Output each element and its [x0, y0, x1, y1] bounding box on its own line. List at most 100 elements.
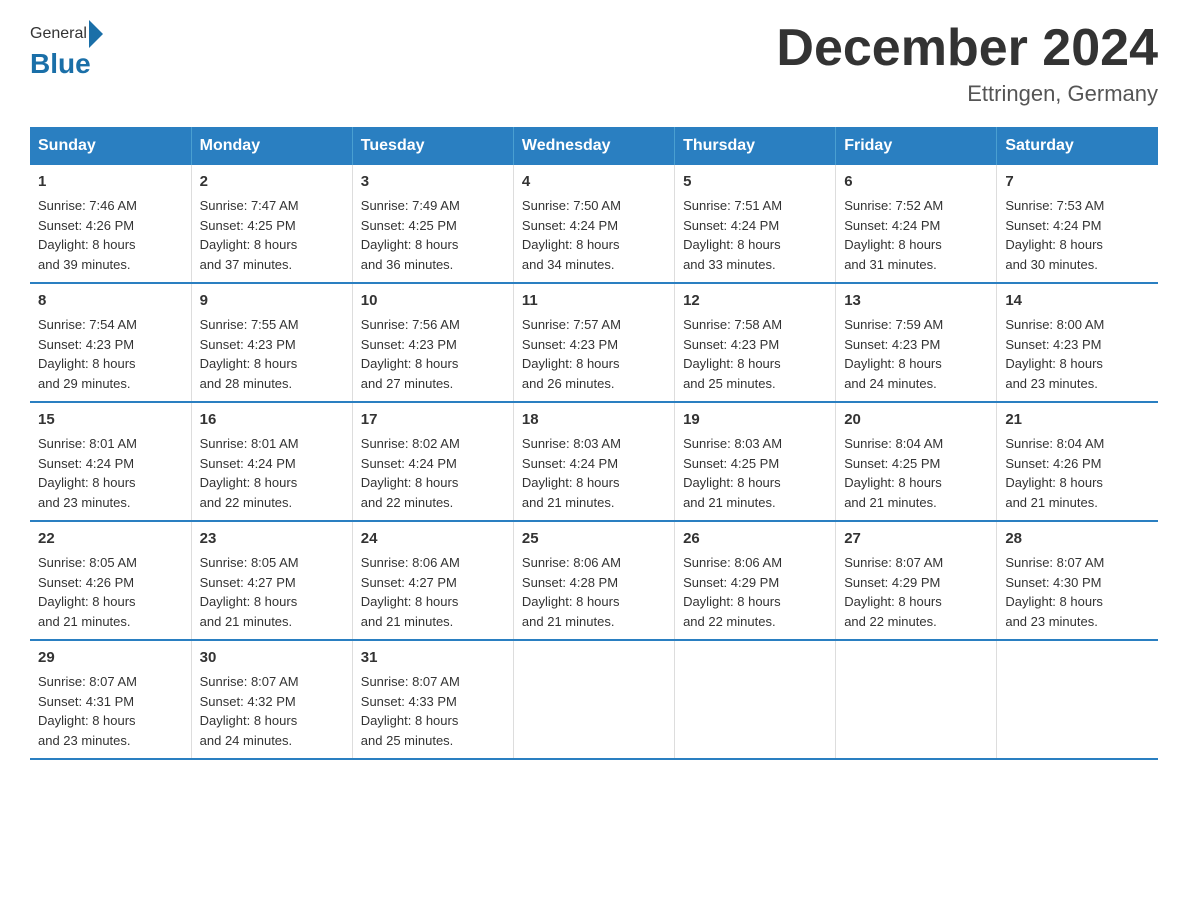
day-info: Sunrise: 8:00 AM Sunset: 4:23 PM Dayligh…: [1005, 315, 1150, 393]
day-number: 22: [38, 530, 183, 547]
day-info: Sunrise: 7:59 AM Sunset: 4:23 PM Dayligh…: [844, 315, 988, 393]
calendar-cell: 15 Sunrise: 8:01 AM Sunset: 4:24 PM Dayl…: [30, 402, 191, 521]
calendar-cell: 29 Sunrise: 8:07 AM Sunset: 4:31 PM Dayl…: [30, 640, 191, 759]
day-number: 4: [522, 173, 666, 190]
calendar-cell: 6 Sunrise: 7:52 AM Sunset: 4:24 PM Dayli…: [836, 165, 997, 283]
calendar-cell: 30 Sunrise: 8:07 AM Sunset: 4:32 PM Dayl…: [191, 640, 352, 759]
day-number: 26: [683, 530, 827, 547]
day-info: Sunrise: 8:04 AM Sunset: 4:26 PM Dayligh…: [1005, 434, 1150, 512]
day-number: 6: [844, 173, 988, 190]
calendar-cell: 10 Sunrise: 7:56 AM Sunset: 4:23 PM Dayl…: [352, 283, 513, 402]
calendar-cell: 3 Sunrise: 7:49 AM Sunset: 4:25 PM Dayli…: [352, 165, 513, 283]
day-info: Sunrise: 8:06 AM Sunset: 4:27 PM Dayligh…: [361, 553, 505, 631]
calendar-cell: 23 Sunrise: 8:05 AM Sunset: 4:27 PM Dayl…: [191, 521, 352, 640]
day-number: 24: [361, 530, 505, 547]
day-info: Sunrise: 7:46 AM Sunset: 4:26 PM Dayligh…: [38, 196, 183, 274]
calendar-cell: 16 Sunrise: 8:01 AM Sunset: 4:24 PM Dayl…: [191, 402, 352, 521]
calendar-cell: 22 Sunrise: 8:05 AM Sunset: 4:26 PM Dayl…: [30, 521, 191, 640]
calendar-week-row: 15 Sunrise: 8:01 AM Sunset: 4:24 PM Dayl…: [30, 402, 1158, 521]
day-number: 20: [844, 411, 988, 428]
day-number: 30: [200, 649, 344, 666]
day-number: 5: [683, 173, 827, 190]
day-number: 1: [38, 173, 183, 190]
day-number: 10: [361, 292, 505, 309]
day-number: 8: [38, 292, 183, 309]
calendar-cell: 17 Sunrise: 8:02 AM Sunset: 4:24 PM Dayl…: [352, 402, 513, 521]
logo: General Blue: [30, 20, 103, 80]
day-info: Sunrise: 7:58 AM Sunset: 4:23 PM Dayligh…: [683, 315, 827, 393]
calendar-cell: 7 Sunrise: 7:53 AM Sunset: 4:24 PM Dayli…: [997, 165, 1158, 283]
day-number: 16: [200, 411, 344, 428]
day-info: Sunrise: 8:07 AM Sunset: 4:30 PM Dayligh…: [1005, 553, 1150, 631]
calendar-cell: [836, 640, 997, 759]
day-info: Sunrise: 7:51 AM Sunset: 4:24 PM Dayligh…: [683, 196, 827, 274]
day-number: 2: [200, 173, 344, 190]
calendar-cell: 14 Sunrise: 8:00 AM Sunset: 4:23 PM Dayl…: [997, 283, 1158, 402]
calendar-cell: 21 Sunrise: 8:04 AM Sunset: 4:26 PM Dayl…: [997, 402, 1158, 521]
day-info: Sunrise: 7:52 AM Sunset: 4:24 PM Dayligh…: [844, 196, 988, 274]
day-number: 15: [38, 411, 183, 428]
day-info: Sunrise: 8:05 AM Sunset: 4:27 PM Dayligh…: [200, 553, 344, 631]
day-info: Sunrise: 8:06 AM Sunset: 4:28 PM Dayligh…: [522, 553, 666, 631]
day-number: 14: [1005, 292, 1150, 309]
day-info: Sunrise: 7:54 AM Sunset: 4:23 PM Dayligh…: [38, 315, 183, 393]
col-tuesday: Tuesday: [352, 127, 513, 165]
day-info: Sunrise: 8:04 AM Sunset: 4:25 PM Dayligh…: [844, 434, 988, 512]
day-info: Sunrise: 8:03 AM Sunset: 4:25 PM Dayligh…: [683, 434, 827, 512]
page-header: General Blue December 2024 Ettringen, Ge…: [30, 20, 1158, 107]
col-monday: Monday: [191, 127, 352, 165]
day-info: Sunrise: 8:06 AM Sunset: 4:29 PM Dayligh…: [683, 553, 827, 631]
day-info: Sunrise: 8:07 AM Sunset: 4:32 PM Dayligh…: [200, 672, 344, 750]
calendar-cell: 25 Sunrise: 8:06 AM Sunset: 4:28 PM Dayl…: [513, 521, 674, 640]
day-info: Sunrise: 7:49 AM Sunset: 4:25 PM Dayligh…: [361, 196, 505, 274]
day-info: Sunrise: 8:03 AM Sunset: 4:24 PM Dayligh…: [522, 434, 666, 512]
calendar-cell: 11 Sunrise: 7:57 AM Sunset: 4:23 PM Dayl…: [513, 283, 674, 402]
logo-general-text: General: [30, 25, 87, 43]
day-info: Sunrise: 8:02 AM Sunset: 4:24 PM Dayligh…: [361, 434, 505, 512]
day-info: Sunrise: 7:50 AM Sunset: 4:24 PM Dayligh…: [522, 196, 666, 274]
calendar-cell: 8 Sunrise: 7:54 AM Sunset: 4:23 PM Dayli…: [30, 283, 191, 402]
month-title: December 2024: [776, 20, 1158, 77]
calendar-header-row: Sunday Monday Tuesday Wednesday Thursday…: [30, 127, 1158, 165]
day-number: 28: [1005, 530, 1150, 547]
calendar-cell: [997, 640, 1158, 759]
day-number: 25: [522, 530, 666, 547]
day-info: Sunrise: 8:01 AM Sunset: 4:24 PM Dayligh…: [38, 434, 183, 512]
day-info: Sunrise: 8:07 AM Sunset: 4:29 PM Dayligh…: [844, 553, 988, 631]
calendar-cell: 13 Sunrise: 7:59 AM Sunset: 4:23 PM Dayl…: [836, 283, 997, 402]
col-thursday: Thursday: [675, 127, 836, 165]
day-number: 29: [38, 649, 183, 666]
calendar-cell: 26 Sunrise: 8:06 AM Sunset: 4:29 PM Dayl…: [675, 521, 836, 640]
calendar-cell: 2 Sunrise: 7:47 AM Sunset: 4:25 PM Dayli…: [191, 165, 352, 283]
day-info: Sunrise: 7:47 AM Sunset: 4:25 PM Dayligh…: [200, 196, 344, 274]
calendar-week-row: 29 Sunrise: 8:07 AM Sunset: 4:31 PM Dayl…: [30, 640, 1158, 759]
calendar-cell: 24 Sunrise: 8:06 AM Sunset: 4:27 PM Dayl…: [352, 521, 513, 640]
col-friday: Friday: [836, 127, 997, 165]
day-number: 23: [200, 530, 344, 547]
day-number: 7: [1005, 173, 1150, 190]
calendar-cell: [513, 640, 674, 759]
day-number: 21: [1005, 411, 1150, 428]
day-number: 27: [844, 530, 988, 547]
day-number: 3: [361, 173, 505, 190]
calendar-week-row: 22 Sunrise: 8:05 AM Sunset: 4:26 PM Dayl…: [30, 521, 1158, 640]
calendar-cell: 28 Sunrise: 8:07 AM Sunset: 4:30 PM Dayl…: [997, 521, 1158, 640]
day-number: 18: [522, 411, 666, 428]
day-number: 12: [683, 292, 827, 309]
day-info: Sunrise: 7:53 AM Sunset: 4:24 PM Dayligh…: [1005, 196, 1150, 274]
title-area: December 2024 Ettringen, Germany: [776, 20, 1158, 107]
calendar-cell: 19 Sunrise: 8:03 AM Sunset: 4:25 PM Dayl…: [675, 402, 836, 521]
location: Ettringen, Germany: [776, 81, 1158, 107]
day-info: Sunrise: 8:05 AM Sunset: 4:26 PM Dayligh…: [38, 553, 183, 631]
day-info: Sunrise: 8:07 AM Sunset: 4:33 PM Dayligh…: [361, 672, 505, 750]
col-wednesday: Wednesday: [513, 127, 674, 165]
logo-arrow-icon: [89, 20, 103, 48]
calendar-cell: 27 Sunrise: 8:07 AM Sunset: 4:29 PM Dayl…: [836, 521, 997, 640]
col-saturday: Saturday: [997, 127, 1158, 165]
day-number: 31: [361, 649, 505, 666]
day-number: 11: [522, 292, 666, 309]
calendar-table: Sunday Monday Tuesday Wednesday Thursday…: [30, 127, 1158, 760]
calendar-cell: [675, 640, 836, 759]
calendar-cell: 12 Sunrise: 7:58 AM Sunset: 4:23 PM Dayl…: [675, 283, 836, 402]
day-number: 17: [361, 411, 505, 428]
